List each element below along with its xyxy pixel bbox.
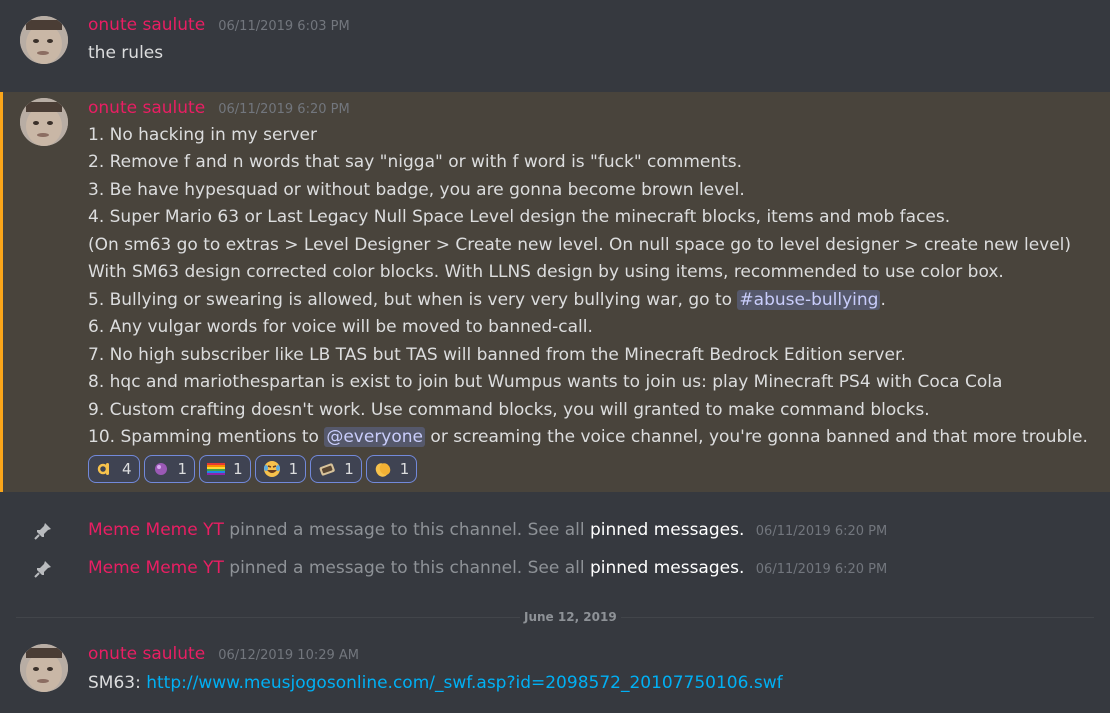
message-text: SM63: http://www.meusjogosonline.com/_sw… (88, 673, 783, 693)
rule-line: 2. Remove f and n words that say "nigga"… (88, 152, 743, 172)
pinned-messages-link[interactable]: pinned messages. (590, 558, 744, 578)
purple-gem-icon (152, 460, 170, 478)
rule-line: 9. Custom crafting doesn't work. Use com… (88, 400, 930, 420)
rule-line: 7. No high subscriber like LB TAS but TA… (88, 345, 906, 365)
chat-area: onute saulute 06/11/2019 6:03 PM the rul… (0, 0, 1110, 713)
system-message: Meme Meme YT pinned a message to this ch… (0, 554, 1110, 584)
system-text: Meme Meme YT pinned a message to this ch… (88, 520, 887, 540)
bread-icon (318, 460, 336, 478)
system-body: pinned a message to this channel. See al… (229, 520, 585, 540)
pin-icon (34, 522, 52, 540)
system-message: Meme Meme YT pinned a message to this ch… (0, 516, 1110, 546)
rule-line: 4. Super Mario 63 or Last Legacy Null Sp… (88, 207, 951, 227)
reaction-count: 1 (288, 460, 299, 478)
username[interactable]: onute saulute (88, 98, 205, 118)
message-header: onute saulute 06/12/2019 10:29 AM (88, 644, 359, 664)
rule-text: . (880, 290, 886, 310)
timestamp: 06/11/2019 6:20 PM (218, 102, 350, 117)
rule-line: (On sm63 go to extras > Level Designer >… (88, 235, 1072, 255)
url-link[interactable]: http://www.meusjogosonline.com/_swf.asp?… (146, 673, 782, 693)
pinned-messages-link[interactable]: pinned messages. (590, 520, 744, 540)
system-body: pinned a message to this channel. See al… (229, 558, 585, 578)
rule-line: 3. Be have hypesquad or without badge, y… (88, 180, 745, 200)
ok-hand-icon (96, 460, 114, 478)
rule-text: or screaming the voice channel, you're g… (430, 427, 1088, 447)
rule-text: 5. Bullying or swearing is allowed, but … (88, 290, 733, 310)
system-username[interactable]: Meme Meme YT (88, 520, 224, 540)
reaction-bread[interactable]: 1 (310, 455, 362, 483)
rule-line: 8. hqc and mariothespartan is exist to j… (88, 372, 1003, 392)
message-header: onute saulute 06/11/2019 6:20 PM (88, 98, 350, 118)
message-group: onute saulute 06/11/2019 6:03 PM the rul… (0, 0, 1110, 90)
clapping-hands-icon (374, 460, 392, 478)
reaction-count: 1 (233, 460, 243, 478)
timestamp: 06/11/2019 6:20 PM (755, 562, 888, 577)
reaction-ok-hand[interactable]: 4 (88, 455, 140, 483)
rule-text: 10. Spamming mentions to (88, 427, 319, 447)
tears-of-joy-icon (263, 460, 281, 478)
reaction-count: 1 (399, 460, 410, 478)
pin-icon (34, 560, 52, 578)
rule-line: 10. Spamming mentions to @everyone or sc… (88, 427, 1088, 447)
rule-line: 6. Any vulgar words for voice will be mo… (88, 317, 593, 337)
message-header: onute saulute 06/11/2019 6:03 PM (88, 15, 350, 35)
avatar[interactable] (20, 98, 68, 146)
reaction-count: 4 (122, 460, 132, 478)
rule-line: 1. No hacking in my server (88, 125, 317, 145)
reaction-purple-gem[interactable]: 1 (143, 455, 196, 483)
rule-line: With SM63 design corrected color blocks.… (88, 262, 1004, 282)
rainbow-flag-icon (207, 460, 226, 478)
system-username[interactable]: Meme Meme YT (88, 558, 224, 578)
reaction-count: 1 (177, 460, 188, 478)
timestamp: 06/11/2019 6:03 PM (218, 19, 350, 34)
reaction-clapping-hands[interactable]: 1 (365, 455, 418, 483)
reaction-tears-of-joy[interactable]: 1 (254, 455, 307, 483)
system-text: Meme Meme YT pinned a message to this ch… (88, 558, 887, 578)
username[interactable]: onute saulute (88, 15, 205, 35)
reaction-count: 1 (344, 460, 354, 478)
everyone-mention[interactable]: @everyone (324, 427, 426, 447)
timestamp: 06/12/2019 10:29 AM (218, 648, 360, 663)
message-prefix: SM63: (88, 673, 141, 693)
date-divider-label: June 12, 2019 (520, 610, 621, 624)
message-group: onute saulute 06/12/2019 10:29 AM SM63: … (0, 630, 1110, 713)
avatar[interactable] (20, 644, 68, 692)
avatar[interactable] (20, 16, 68, 64)
reaction-rainbow-flag[interactable]: 1 (199, 455, 251, 483)
rule-line: 5. Bullying or swearing is allowed, but … (88, 290, 886, 310)
message-text: the rules (88, 43, 164, 63)
username[interactable]: onute saulute (88, 644, 205, 664)
reactions-bar: 4 1 1 1 1 1 (88, 455, 418, 483)
channel-mention[interactable]: #abuse-bullying (737, 290, 881, 310)
timestamp: 06/11/2019 6:20 PM (755, 524, 888, 539)
